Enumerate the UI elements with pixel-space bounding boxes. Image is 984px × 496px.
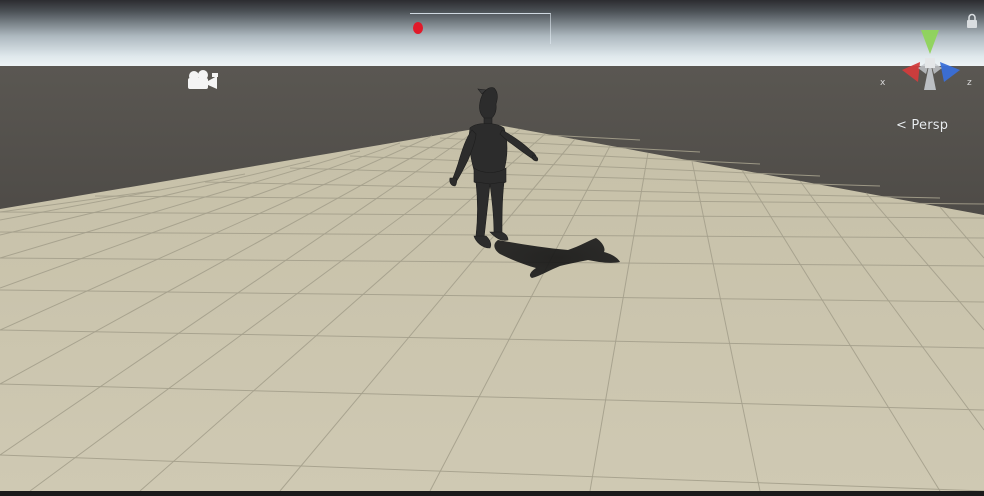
orientation-gizmo[interactable] [888, 24, 978, 104]
record-dot-icon [413, 22, 423, 34]
camera-gizmo-icon[interactable] [186, 69, 220, 91]
scene-render [0, 0, 984, 491]
view-frame-outline [410, 13, 551, 44]
gizmo-x-label: x [880, 78, 886, 88]
gizmo-z-label: z [967, 78, 972, 88]
bottom-border [0, 491, 984, 496]
projection-toggle[interactable]: < Persp [896, 118, 948, 133]
scene-viewport[interactable]: x z < Persp [0, 0, 984, 491]
